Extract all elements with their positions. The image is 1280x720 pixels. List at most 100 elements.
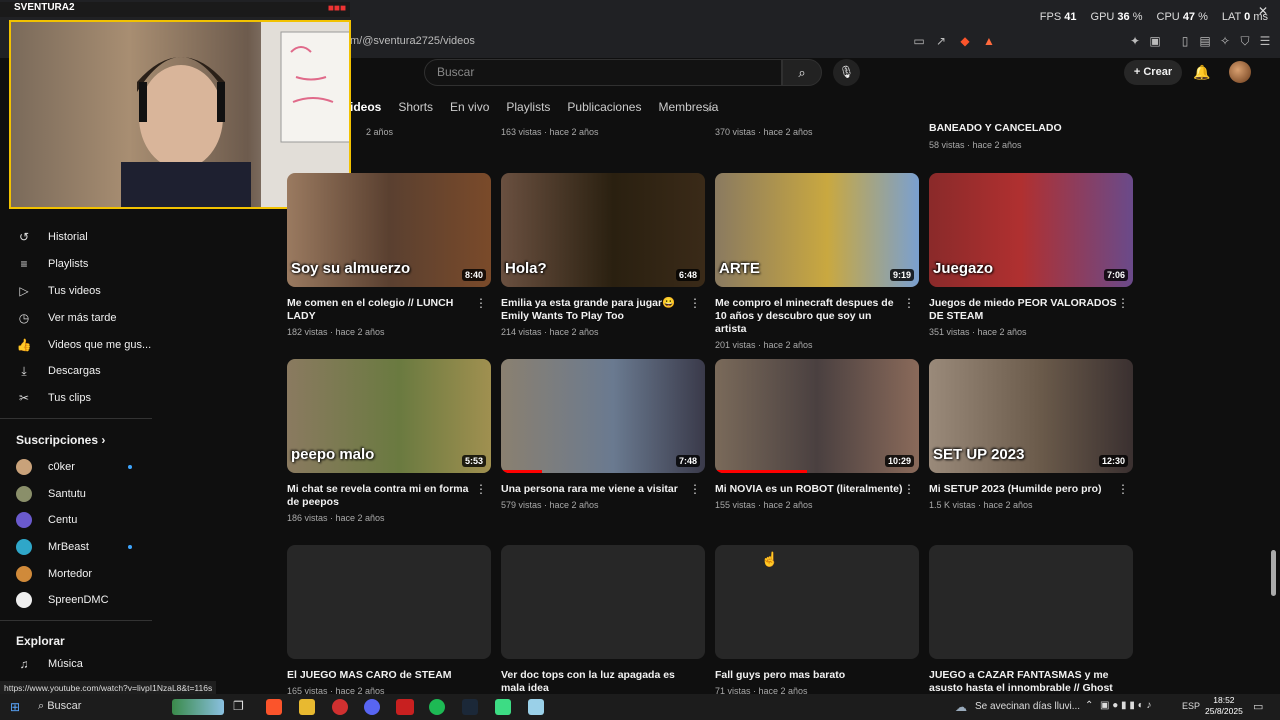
tab-2[interactable]: En vivo xyxy=(450,100,489,116)
subscription-2[interactable]: Centu xyxy=(16,512,77,528)
notepad-app-icon[interactable] xyxy=(528,699,544,715)
android-app-icon[interactable] xyxy=(495,699,511,715)
video-title[interactable]: Fall guys pero mas barato xyxy=(715,669,905,682)
video-thumbnail[interactable]: ARTE 9:19 xyxy=(715,173,919,287)
tab-1[interactable]: Shorts xyxy=(398,100,433,116)
taskbar-clock[interactable]: 18:52 25/8/2025 xyxy=(1205,695,1243,717)
more-options-icon[interactable]: ⋮ xyxy=(689,296,701,310)
notification-center-icon[interactable]: ▭ xyxy=(1253,700,1263,713)
tray-icons[interactable]: ▣ ● ▮ ▮ ◐ ♪ xyxy=(1100,700,1151,711)
steam-app-icon[interactable] xyxy=(462,699,478,715)
close-window-icon[interactable]: ✕ xyxy=(1258,4,1268,18)
menu-icon[interactable]: ☰ xyxy=(1258,34,1272,48)
thumbnail-placeholder[interactable] xyxy=(501,545,705,659)
explore-item-0[interactable]: ♫ Música xyxy=(16,656,83,672)
video-title[interactable]: Me compro el minecraft despues de 10 año… xyxy=(715,297,905,336)
video-card[interactable]: Ver doc tops con la luz apagada es mala … xyxy=(501,545,705,695)
sidebar-item-3[interactable]: ◷ Ver más tarde xyxy=(16,310,117,326)
streamer-app-icon[interactable] xyxy=(396,699,414,715)
page-scrollbar[interactable] xyxy=(1271,550,1276,596)
account-avatar[interactable] xyxy=(1229,61,1251,83)
video-card[interactable]: ARTE 9:19 Me compro el minecraft despues d… xyxy=(715,173,919,350)
search-input[interactable]: Buscar xyxy=(424,59,782,86)
more-options-icon[interactable]: ⋮ xyxy=(475,296,487,310)
subscription-3[interactable]: MrBeast xyxy=(16,539,89,555)
tab-4[interactable]: Publicaciones xyxy=(567,100,641,116)
video-card[interactable]: 10:29 Mi NOVIA es un ROBOT (literalmente)… xyxy=(715,359,919,510)
input-language[interactable]: ESP xyxy=(1182,701,1200,711)
video-card[interactable]: Soy su almuerzo 8:40 Me comen en el colegi… xyxy=(287,173,491,337)
notifications-bell-icon[interactable]: 🔔 xyxy=(1193,64,1210,81)
video-title[interactable]: Ver doc tops con la luz apagada es mala … xyxy=(501,669,691,695)
tab-3[interactable]: Playlists xyxy=(506,100,550,116)
sidebar-item-5[interactable]: ⤓ Descargas xyxy=(16,363,100,379)
thumbnail-placeholder[interactable] xyxy=(287,545,491,659)
video-card[interactable]: SET UP 2023 12:30 Mi SETUP 2023 (Humilde p… xyxy=(929,359,1133,510)
tab-icon[interactable]: ▣ xyxy=(1148,34,1162,48)
more-options-icon[interactable]: ⋮ xyxy=(903,482,915,496)
voice-search-button[interactable]: 🎙 xyxy=(833,59,860,86)
spotify-app-icon[interactable] xyxy=(429,699,445,715)
video-title[interactable]: El JUEGO MAS CARO de STEAM xyxy=(287,669,477,682)
tab-0[interactable]: ideos xyxy=(350,100,381,116)
more-options-icon[interactable]: ⋮ xyxy=(689,482,701,496)
sidebar-item-0[interactable]: ↺ Historial xyxy=(16,229,88,245)
video-title[interactable]: Mi SETUP 2023 (Humilde pero pro) xyxy=(929,483,1119,496)
search-button[interactable]: ⌕ xyxy=(782,59,822,86)
obs-app-icon[interactable] xyxy=(332,699,348,715)
video-title[interactable]: Una persona rara me viene a visitar xyxy=(501,483,691,496)
sidebar-item-1[interactable]: ≡ Playlists xyxy=(16,256,88,272)
sidebar-item-4[interactable]: 👍 Videos que me gus... xyxy=(16,337,152,353)
video-thumbnail[interactable]: Juegazo 7:06 xyxy=(929,173,1133,287)
brave-rewards-icon[interactable]: ▲ xyxy=(982,34,996,48)
video-title[interactable]: Mi NOVIA es un ROBOT (literalmente) xyxy=(715,483,905,496)
brave-shield-icon[interactable]: ◆ xyxy=(958,34,972,48)
discord-app-icon[interactable] xyxy=(364,699,380,715)
video-card[interactable]: JUEGO a CAZAR FANTASMAS y me asusto hast… xyxy=(929,545,1133,708)
video-card[interactable]: 7:48 Una persona rara me viene a visitar ⋮… xyxy=(501,359,705,510)
cast-icon[interactable]: ▭ xyxy=(912,34,926,48)
share-icon[interactable]: ↗ xyxy=(934,34,948,48)
more-options-icon[interactable]: ⋮ xyxy=(1117,482,1129,496)
subscription-4[interactable]: Mortedor xyxy=(16,566,92,582)
windows-start-icon[interactable]: ⊞ xyxy=(10,700,20,714)
video-title[interactable]: Emilia ya esta grande para jugar😀 Emily … xyxy=(501,297,691,323)
create-button[interactable]: + Crear xyxy=(1124,60,1182,85)
video-thumbnail[interactable]: Hola? 6:48 xyxy=(501,173,705,287)
subscriptions-title[interactable]: Suscripciones › xyxy=(16,433,105,447)
video-thumbnail[interactable]: peepo malo 5:53 xyxy=(287,359,491,473)
video-title[interactable]: BANEADO Y CANCELADO xyxy=(929,122,1062,134)
weather-widget[interactable]: Se avecinan días lluvi... xyxy=(975,701,1080,712)
sidebar-item-6[interactable]: ✂ Tus clips xyxy=(16,390,91,406)
video-thumbnail[interactable]: SET UP 2023 12:30 xyxy=(929,359,1133,473)
file-explorer-icon[interactable] xyxy=(299,699,315,715)
address-bar[interactable]: m/@sventura2725/videos xyxy=(350,31,910,51)
video-card[interactable]: Hola? 6:48 Emilia ya esta grande para juga… xyxy=(501,173,705,337)
more-options-icon[interactable]: ⋮ xyxy=(1117,296,1129,310)
video-title[interactable]: Me comen en el colegio // LUNCH LADY xyxy=(287,297,477,323)
extensions-icon[interactable]: ✦ xyxy=(1128,34,1142,48)
taskbar-search[interactable]: ⌕ Buscar xyxy=(38,700,81,713)
video-thumbnail[interactable]: 10:29 xyxy=(715,359,919,473)
subscription-1[interactable]: Santutu xyxy=(16,486,86,502)
video-title[interactable]: Mi chat se revela contra mi en forma de … xyxy=(287,483,477,509)
thumbnail-placeholder[interactable] xyxy=(715,545,919,659)
video-thumbnail[interactable]: Soy su almuerzo 8:40 xyxy=(287,173,491,287)
tray-chevron-icon[interactable]: ⌃ xyxy=(1085,700,1093,711)
video-card[interactable]: Juegazo 7:06 Juegos de miedo PEOR VALORADO… xyxy=(929,173,1133,337)
more-options-icon[interactable]: ⋮ xyxy=(903,296,915,310)
wallet-icon[interactable]: ▤ xyxy=(1198,34,1212,48)
sidebar-item-2[interactable]: ▷ Tus videos xyxy=(16,283,100,299)
thumbnail-placeholder[interactable] xyxy=(929,545,1133,659)
channel-search-icon[interactable]: ⌕ xyxy=(707,100,714,116)
subscription-5[interactable]: SpreenDMC xyxy=(16,592,109,608)
video-card[interactable]: El JUEGO MAS CARO de STEAM 165 vistas · h… xyxy=(287,545,491,696)
vpn-icon[interactable]: ⛉ xyxy=(1238,34,1252,48)
video-card[interactable]: peepo malo 5:53 Mi chat se revela contra m… xyxy=(287,359,491,523)
sidebar-toggle-icon[interactable]: ▯ xyxy=(1178,34,1192,48)
subscription-0[interactable]: c0ker xyxy=(16,459,75,475)
video-card[interactable]: Fall guys pero mas barato 71 vistas · hac… xyxy=(715,545,919,696)
brave-app-icon[interactable] xyxy=(266,699,282,715)
video-thumbnail[interactable]: 7:48 xyxy=(501,359,705,473)
leo-icon[interactable]: ✧ xyxy=(1218,34,1232,48)
